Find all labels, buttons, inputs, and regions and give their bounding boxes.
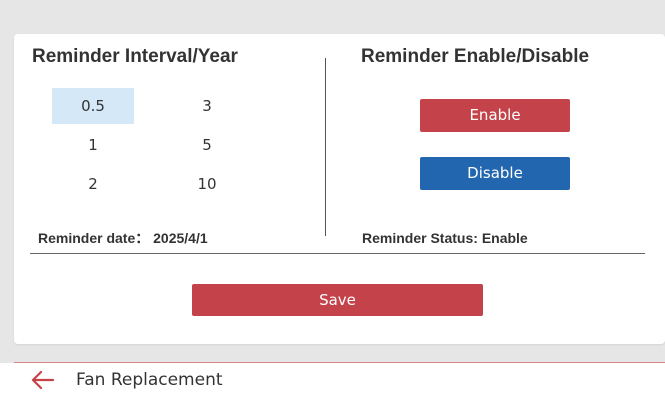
arrow-left-icon[interactable] [31,370,55,390]
interval-option-1[interactable]: 1 [52,127,134,163]
reminder-date-label: Reminder date： [38,230,150,246]
enable-button[interactable]: Enable [420,99,570,132]
footer-bar: Fan Replacement [0,363,665,397]
reminder-status: Reminder Status: Enable [362,230,528,246]
reminder-status-value: Enable [481,230,528,246]
page-title: Fan Replacement [76,370,223,390]
fan-replacement-screen: { "interval": { "title": "Reminder Inter… [0,0,665,397]
interval-option-5[interactable]: 5 [166,127,248,163]
reminder-status-label: Reminder Status: [362,230,478,246]
disable-button[interactable]: Disable [420,157,570,190]
interval-section-title: Reminder Interval/Year [32,46,238,67]
interval-option-0-5[interactable]: 0.5 [52,88,134,124]
reminder-settings-card: Reminder Interval/Year 0.5 3 1 5 2 10 Re… [14,34,665,344]
interval-option-10[interactable]: 10 [166,166,248,202]
horizontal-divider [30,253,645,254]
reminder-date-value: 2025/4/1 [153,230,208,246]
reminder-date: Reminder date： 2025/4/1 [38,228,208,248]
save-button[interactable]: Save [192,284,483,316]
toggle-section-title: Reminder Enable/Disable [361,46,590,67]
vertical-divider [325,58,326,236]
interval-option-2[interactable]: 2 [52,166,134,202]
interval-option-3[interactable]: 3 [166,88,248,124]
